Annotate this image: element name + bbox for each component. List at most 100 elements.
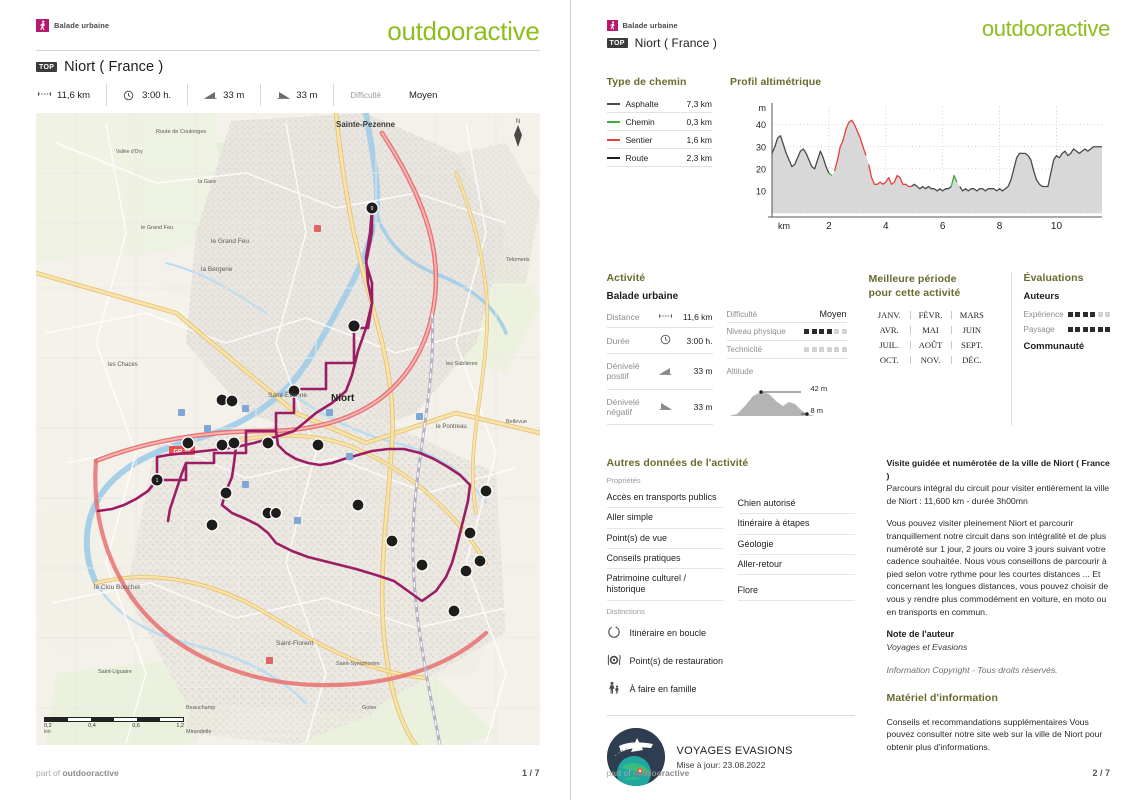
svg-text:8: 8 <box>997 221 1003 232</box>
svg-text:6: 6 <box>940 221 946 232</box>
rating-dot <box>1105 312 1110 317</box>
month-cell: SEPT. <box>961 340 983 351</box>
month-cell: AOÛT <box>910 340 953 350</box>
legend-row: Chemin 0,3 km <box>606 113 712 131</box>
list-item: Itinéraire à étapes <box>737 514 855 535</box>
restaurant-icon <box>607 653 621 669</box>
map-scalebar: 0,2 0,4 0,6 1,2 km <box>44 717 184 735</box>
list-item: Point(s) de restauration <box>607 647 855 675</box>
rating-dot <box>834 347 839 352</box>
list-item: Accès en transports publics <box>606 488 724 509</box>
description-lead: Visite guidée et numérotée de la ville d… <box>886 458 1110 481</box>
list-item: Flore <box>737 575 855 602</box>
metric-key: Durée <box>606 335 630 346</box>
rating-dot <box>1097 312 1103 317</box>
month-cell: MAI <box>910 325 953 335</box>
best-period-title-line1: Meilleure période <box>868 273 957 285</box>
svg-text:m: m <box>759 103 767 113</box>
ascent-icon <box>204 90 217 101</box>
distinction-label: Itinéraire en boucle <box>629 628 707 639</box>
svg-text:10: 10 <box>1051 221 1063 232</box>
metric-key: Dénivelé négatif <box>606 396 640 417</box>
svg-text:km: km <box>778 221 790 231</box>
month-cell: AVR. <box>869 325 912 335</box>
properties-grid: Accès en transports publics Aller simple… <box>606 488 855 602</box>
list-item: Géologie <box>737 535 855 555</box>
left-header: Balade urbaine outdooractive <box>36 18 540 44</box>
fact-descent: 33 m <box>260 84 333 106</box>
svg-text:Sainte-Pezenne: Sainte-Pezenne <box>336 120 396 129</box>
map-canvas[interactable]: GR 36 19 Sainte-Pezenne le Grand Feu la … <box>36 113 540 745</box>
clock-icon <box>654 328 676 354</box>
brand-logo: outdooractive <box>387 16 540 46</box>
eval-row: Paysage <box>1023 322 1110 337</box>
properties-label: Propriétés <box>606 476 641 485</box>
difficulty-key: Difficulté <box>726 309 758 319</box>
technical-rating-dots <box>804 347 847 352</box>
top-badge-right: TOP <box>606 38 628 48</box>
altitude-key: Altitude <box>726 367 754 376</box>
map-attribution: © Carte: outdooractive.com / OpenStreetM… <box>538 737 540 745</box>
scalebar-tick: 0,4 <box>88 723 96 729</box>
footer-brand: part of outdooractive <box>36 768 119 778</box>
legend-name: Sentier <box>625 134 653 145</box>
svg-text:2: 2 <box>826 221 832 232</box>
legend-distance: 1,6 km <box>686 134 712 145</box>
fact-ascent: 33 m <box>187 84 260 106</box>
metric-value: 11,6 km <box>682 311 713 322</box>
rating-dot <box>1090 327 1095 332</box>
svg-text:Telomerix: Telomerix <box>506 257 530 263</box>
svg-text:4: 4 <box>883 221 889 232</box>
rating-dot <box>1090 312 1095 317</box>
page-number-left: 1 / 7 <box>521 768 540 778</box>
distinctions-list: Itinéraire en boucle Point(s) de restaur… <box>607 619 855 703</box>
footer-brand-name: outdooractive <box>632 768 690 778</box>
author-note: Note de l'auteur Voyages et Evasions <box>887 628 1111 654</box>
table-row: Distance 11,6 km <box>606 306 713 328</box>
month-cell: MARS <box>959 310 984 321</box>
svg-text:Saint-Étienne: Saint-Étienne <box>268 390 307 399</box>
svg-text:la Bergerie: la Bergerie <box>201 266 233 273</box>
experience-rating-dots <box>1067 312 1110 317</box>
facts-bar: 11,6 km 3:00 h. 33 m 33 m Difficulté Moy… <box>36 84 540 106</box>
descent-icon <box>654 389 676 424</box>
walking-person-icon <box>606 19 618 31</box>
rating-dot <box>804 329 809 334</box>
fact-ascent-value: 33 m <box>223 89 245 101</box>
rating-dot <box>1075 327 1080 332</box>
best-period-title: Meilleure période pour cette activité <box>869 272 993 300</box>
eval-key: Paysage <box>1023 325 1055 334</box>
technical-key: Technicité <box>726 345 763 354</box>
scalebar-tick: 1,2 <box>176 723 184 729</box>
distance-icon <box>38 90 51 101</box>
material-section: Matériel d'information Conseils et recom… <box>887 691 1111 754</box>
right-header: Balade urbaine TOP Niort ( France ) outd… <box>606 18 1110 50</box>
rating-dot <box>819 329 824 334</box>
legend-row: Route 2,3 km <box>606 149 712 167</box>
copyright-note: Information Copyright - Tous droits rése… <box>886 664 1058 675</box>
scalebar-unit: km <box>44 729 51 735</box>
svg-text:le Grand Feu: le Grand Feu <box>211 238 249 245</box>
altitude-diagram: 42 m 8 m <box>727 380 847 425</box>
rating-dot <box>826 347 832 352</box>
material-body: Conseils et recommandations supplémentai… <box>886 716 1103 753</box>
fact-difficulty-value: Moyen <box>408 89 438 101</box>
legend-row: Sentier 1,6 km <box>606 131 712 149</box>
tour-map[interactable]: GR 36 1 9 Sainte-Pezenne le Grand Feu la… <box>36 113 540 745</box>
page-title-right: Niort ( France ) <box>634 36 717 50</box>
table-row: Dénivelé positif 33 m <box>606 354 713 390</box>
rating-dot <box>811 347 817 352</box>
other-data-title: Autres données de l'activité <box>606 457 749 469</box>
svg-text:1: 1 <box>156 478 159 484</box>
svg-text:les Sablières: les Sablières <box>446 361 478 367</box>
rating-dot <box>841 329 847 334</box>
svg-text:Beauchamp: Beauchamp <box>186 705 215 711</box>
right-header-left: Balade urbaine TOP Niort ( France ) <box>606 18 717 50</box>
svg-text:Vallée d'Ory: Vallée d'Ory <box>116 149 143 155</box>
author-note-head: Note de l'auteur <box>886 629 955 640</box>
fact-difficulty: Difficulté Moyen <box>333 84 453 106</box>
fact-descent-value: 33 m <box>296 89 318 101</box>
physical-rating-dots <box>804 329 847 334</box>
month-cell: NOV. <box>910 355 953 365</box>
clock-icon <box>123 90 136 101</box>
